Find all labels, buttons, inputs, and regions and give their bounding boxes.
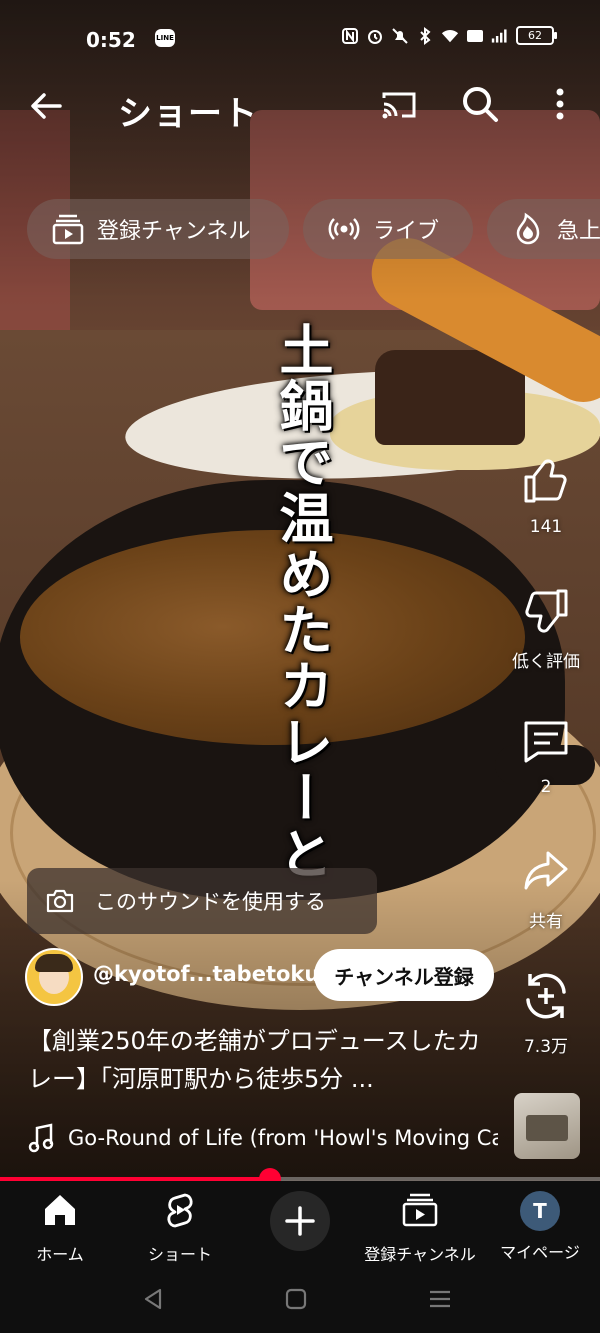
cast-icon [382,92,416,119]
comments-button[interactable]: 2 [500,715,592,797]
subscriptions-icon [402,1193,438,1227]
nav-subscriptions-label: 登録チャンネル [364,1245,476,1264]
chip-subscriptions[interactable]: 登録チャンネル [27,199,289,259]
plus-icon [285,1206,315,1236]
search-icon [463,87,498,122]
system-navigation-bar [0,1265,600,1333]
comment-icon [524,721,568,763]
battery-indicator: 62 [516,26,557,45]
subscriptions-icon [52,214,84,245]
album-art-thumbnail[interactable] [514,1093,580,1159]
channel-row: @kyotof...tabetoku チャンネル登録 [25,946,505,1006]
use-sound-label: このサウンドを使用する [95,890,326,914]
back-arrow-icon [31,93,62,119]
nav-shorts-label: ショート [147,1245,212,1264]
home-icon [45,1195,75,1225]
avatar-icon: T [520,1191,560,1231]
video-caption-overlay: 土鍋で温めたカレーと [270,322,334,882]
line-notification-icon: LINE [155,29,175,47]
thumbs-down-icon [525,589,568,633]
share-button[interactable]: 共有 [500,845,592,932]
comment-count: 2 [540,777,552,797]
channel-avatar[interactable] [25,948,83,1006]
mute-icon [391,27,409,45]
video-cutlet [375,350,525,445]
nav-my-page-label: マイページ [500,1243,580,1262]
nav-my-page[interactable]: T マイページ [480,1191,600,1263]
shorts-icon [167,1193,193,1228]
system-menu-icon[interactable] [426,1285,454,1313]
thumbs-up-icon [524,459,567,503]
status-bar: 0:52 LINE 62 [0,18,600,62]
filter-chips: 登録チャンネル ライブ 急上 [27,199,600,259]
channel-handle[interactable]: @kyotof...tabetoku [93,962,319,986]
top-bar: ショート [0,78,600,134]
remix-button[interactable]: 7.3万 [500,970,592,1057]
wifi-icon [441,27,459,45]
chip-subscriptions-label: 登録チャンネル [97,219,251,244]
video-description[interactable]: 【創業250年の老舗がプロデュースしたカレー】「河原町駅から徒歩5分 ... [28,1022,498,1098]
alarm-icon [366,27,384,45]
album-art-piano [526,1115,568,1141]
system-home-icon[interactable] [282,1285,310,1313]
page-title: ショート [118,94,258,134]
chip-live[interactable]: ライブ [303,199,473,259]
more-options-button[interactable] [546,84,574,124]
dislike-label: 低く評価 [512,652,580,672]
like-count: 141 [529,517,563,537]
remix-count: 7.3万 [523,1037,569,1057]
bluetooth-icon [416,26,434,45]
share-label: 共有 [529,912,563,932]
nav-shorts[interactable]: ショート [120,1191,240,1265]
remix-icon [526,973,566,1019]
search-button[interactable] [460,84,500,124]
live-icon [328,218,360,240]
camera-icon [46,889,74,913]
subscribe-button[interactable]: チャンネル登録 [314,949,494,1001]
music-row[interactable]: Go-Round of Life (from 'Howl's Moving Ca [28,1120,498,1156]
cast-button[interactable] [380,88,418,122]
nfc-icon [341,27,359,45]
use-sound-button[interactable]: このサウンドを使用する [27,868,377,934]
signal-icon [491,27,509,45]
volte-icon [466,27,484,45]
status-icons: 62 [341,26,557,45]
more-vert-icon [556,88,564,120]
nav-home-label: ホーム [36,1245,84,1264]
music-title: Go-Round of Life (from 'Howl's Moving Ca [68,1126,498,1150]
music-note-icon [28,1123,54,1153]
like-button[interactable]: 141 [500,455,592,537]
chip-live-label: ライブ [373,219,440,244]
chip-trending[interactable]: 急上 [487,199,600,259]
share-icon [524,851,568,890]
bottom-navigation: ホーム ショート 登録チャンネル T マイページ [0,1181,600,1265]
back-button[interactable] [26,86,66,126]
trending-icon [516,212,540,245]
nav-subscriptions[interactable]: 登録チャンネル [360,1191,480,1265]
dislike-button[interactable]: 低く評価 [500,585,592,672]
avatar-hair [35,954,73,972]
chip-trending-label: 急上 [557,219,600,244]
system-back-icon[interactable] [140,1285,168,1313]
status-time: 0:52 [86,28,136,52]
create-button[interactable] [270,1191,330,1251]
nav-home[interactable]: ホーム [0,1191,120,1265]
shorts-player[interactable]: 0:52 LINE 62 ショート 登録チャンネル ライブ 急上 土鍋で温めたカ… [0,0,600,1333]
